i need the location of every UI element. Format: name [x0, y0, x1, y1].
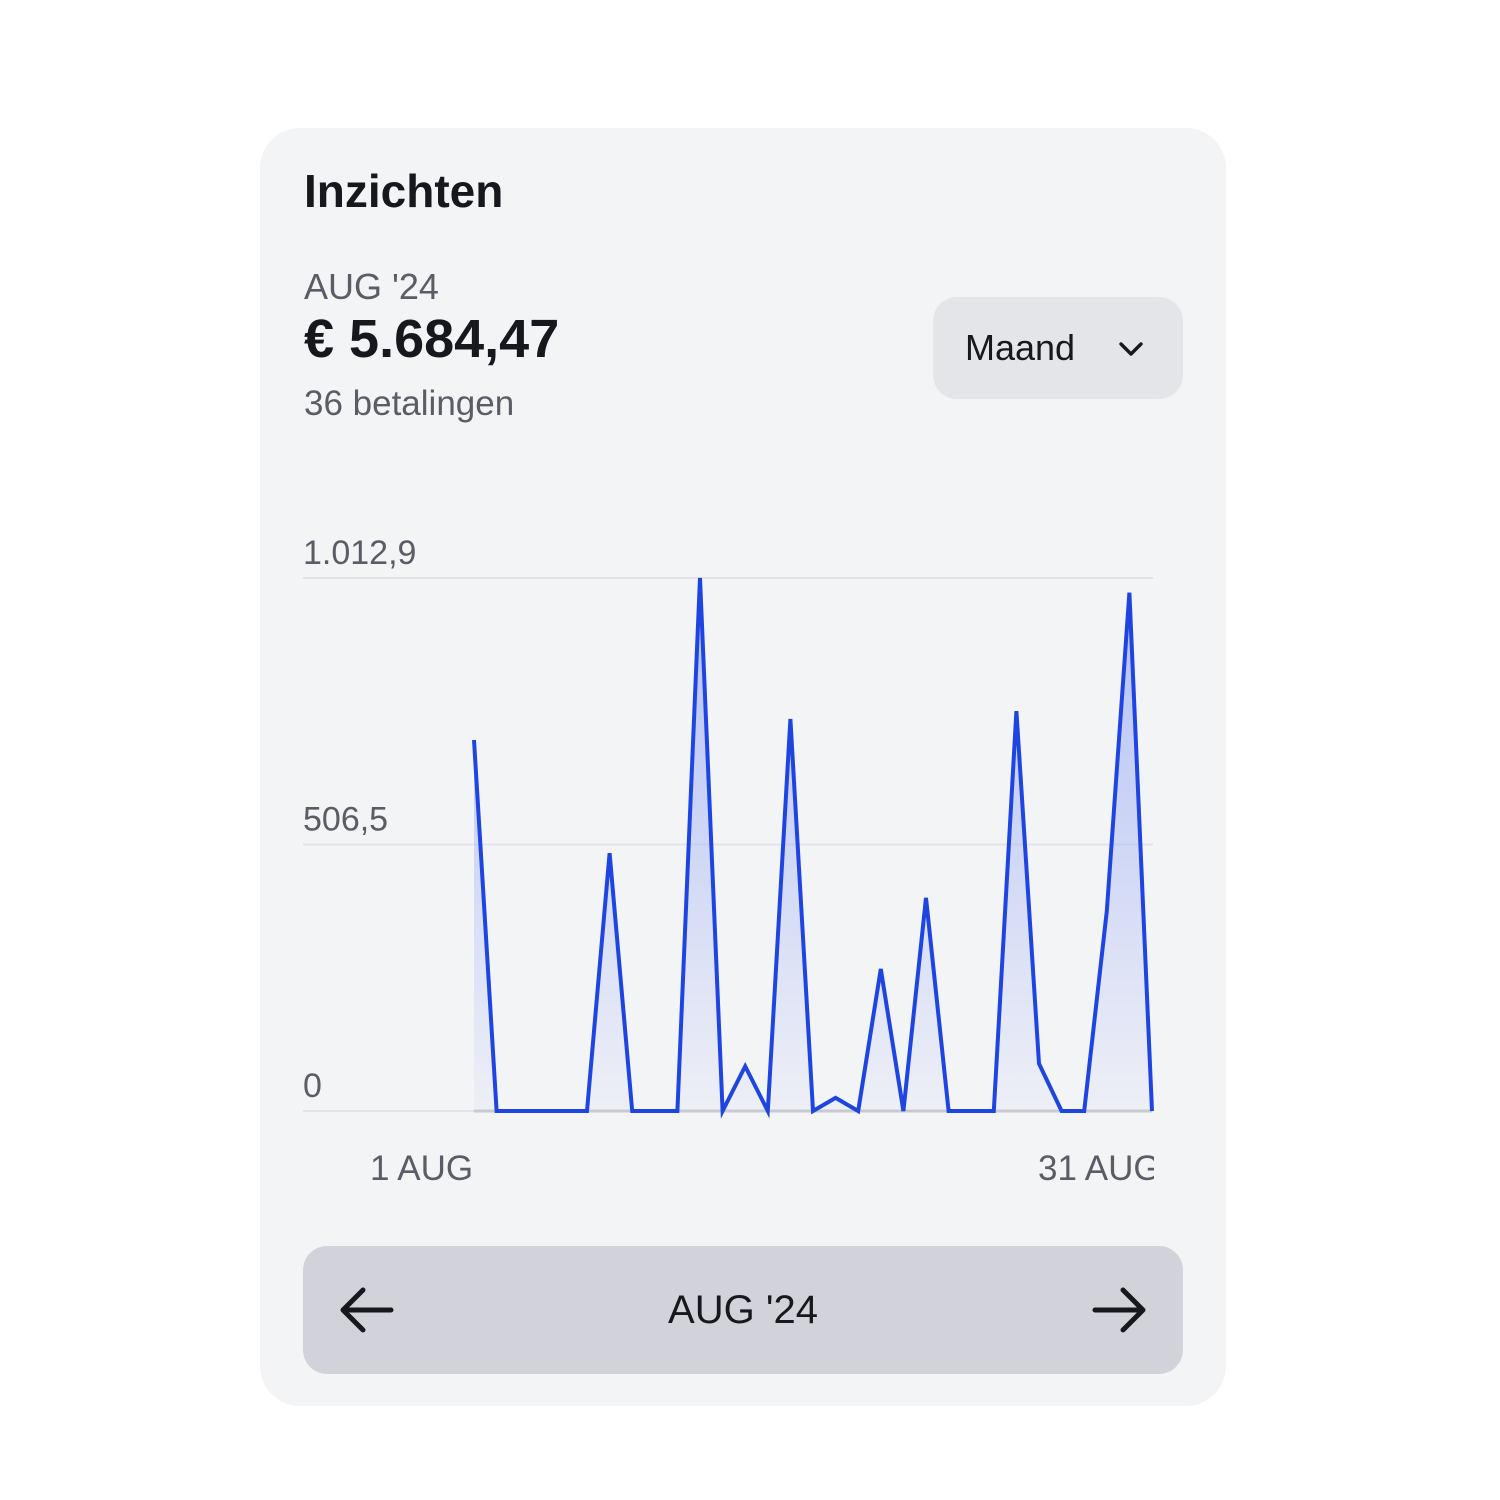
data-point	[653, 1110, 656, 1113]
insights-card: Inzichten AUG '24 € 5.684,47 36 betaling…	[260, 128, 1226, 1406]
data-point	[608, 852, 611, 855]
data-point	[518, 1110, 521, 1113]
data-point	[1151, 1110, 1154, 1113]
data-point	[540, 1110, 543, 1113]
period-navigator: AUG '24	[303, 1246, 1183, 1374]
data-point	[1060, 1110, 1063, 1113]
data-point	[586, 1110, 589, 1113]
y-tick-label: 0	[303, 1067, 322, 1105]
data-point	[902, 1110, 905, 1113]
data-point	[789, 717, 792, 720]
data-point	[925, 896, 928, 899]
data-point	[834, 1096, 837, 1099]
spending-chart: 0 506,5 1.012,9 1 AUG 31 AUG	[260, 128, 1226, 1406]
data-point	[1128, 591, 1131, 594]
data-point	[744, 1065, 747, 1068]
data-point	[495, 1110, 498, 1113]
chart-svg: 0 506,5 1.012,9 1 AUG 31 AUG	[303, 534, 1161, 1188]
data-point	[1083, 1110, 1086, 1113]
data-point	[812, 1110, 815, 1113]
data-point	[1105, 910, 1108, 913]
data-point	[970, 1110, 973, 1113]
data-point	[857, 1110, 860, 1113]
data-point	[1015, 710, 1018, 713]
y-tick-label: 506,5	[303, 801, 388, 839]
data-point	[473, 739, 476, 742]
data-point	[947, 1110, 950, 1113]
nav-period-label: AUG '24	[668, 1287, 818, 1332]
data-point	[992, 1110, 995, 1113]
x-tick-label: 31 AUG	[1038, 1149, 1161, 1188]
arrow-right-icon[interactable]	[1091, 1284, 1147, 1336]
y-tick-label: 1.012,9	[303, 534, 416, 572]
data-point	[676, 1110, 679, 1113]
x-tick-label: 1 AUG	[370, 1149, 473, 1188]
data-point	[721, 1110, 724, 1113]
data-point	[631, 1110, 634, 1113]
data-point	[563, 1110, 566, 1113]
data-point	[766, 1110, 769, 1113]
data-point	[699, 577, 702, 580]
data-point	[1038, 1062, 1041, 1065]
data-point	[879, 967, 882, 970]
